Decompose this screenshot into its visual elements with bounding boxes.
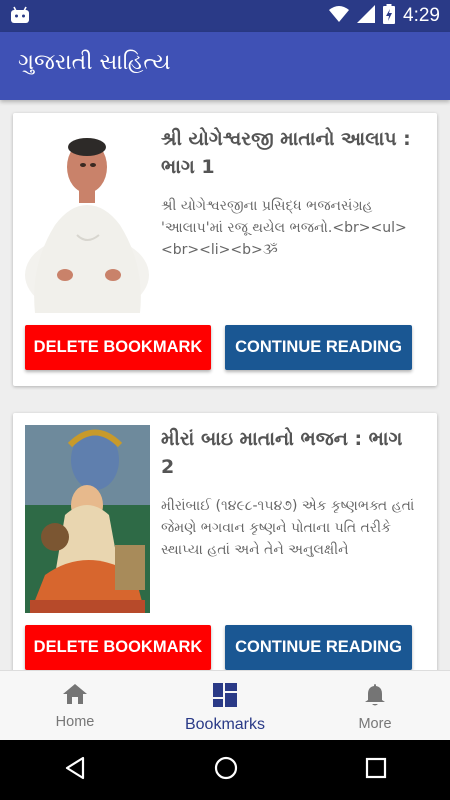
status-time: 4:29 [403, 5, 440, 26]
wifi-icon [329, 5, 350, 27]
dashboard-icon [213, 683, 237, 711]
app-title: ગુજરાતી સાહિત્ય [18, 50, 171, 75]
bookmark-list[interactable]: શ્રી યોગેશ્વરજી માતાનો આલાપ : ભાગ 1 શ્રી… [0, 100, 450, 670]
bookmark-card[interactable]: શ્રી યોગેશ્વરજી માતાનો આલાપ : ભાગ 1 શ્રી… [13, 113, 437, 386]
battery-icon [383, 4, 396, 28]
delete-bookmark-button[interactable]: DELETE BOOKMARK [25, 325, 211, 370]
card-title: મીરાં બાઇ માતાનો ભજન : ભાગ 2 [161, 428, 403, 478]
card-title: શ્રી યોગેશ્વરજી માતાનો આલાપ : ભાગ 1 [161, 128, 411, 178]
continue-reading-button[interactable]: CONTINUE READING [225, 625, 412, 670]
nav-label: Bookmarks [184, 716, 266, 733]
system-navigation-bar [0, 740, 450, 800]
nav-label: More [358, 716, 392, 732]
bottom-navigation: Home Bookmarks More [0, 670, 450, 741]
home-circle-icon[interactable] [214, 756, 238, 784]
nav-item-home[interactable]: Home [0, 671, 150, 741]
home-icon [62, 683, 88, 709]
recents-icon[interactable] [365, 757, 387, 783]
android-notification-icon [10, 6, 30, 28]
bell-icon [364, 683, 386, 711]
nav-item-more[interactable]: More [300, 671, 450, 741]
signal-icon [357, 5, 376, 27]
bookmark-card[interactable]: મીરાં બાઇ માતાનો ભજન : ભાગ 2 મીરાંબાઈ (૧… [13, 413, 437, 670]
back-icon[interactable] [63, 756, 87, 784]
thumbnail-image [25, 425, 150, 613]
nav-label: Home [55, 714, 95, 730]
status-bar: 4:29 [0, 0, 450, 32]
card-description: શ્રી યોગેશ્વરજીના પ્રસિદ્ધ ભજનસંગ્રહ 'આલ… [161, 198, 407, 258]
delete-bookmark-button[interactable]: DELETE BOOKMARK [25, 625, 211, 670]
continue-reading-button[interactable]: CONTINUE READING [225, 325, 412, 370]
thumbnail-image [25, 125, 150, 313]
card-description: મીરાંબાઈ (૧૪૯૮-૧૫૪૭) એક કૃષ્ણભક્ત હતાં જ… [161, 498, 415, 558]
app-bar: ગુજરાતી સાહિત્ય [0, 32, 450, 100]
nav-item-bookmarks[interactable]: Bookmarks [150, 671, 300, 741]
